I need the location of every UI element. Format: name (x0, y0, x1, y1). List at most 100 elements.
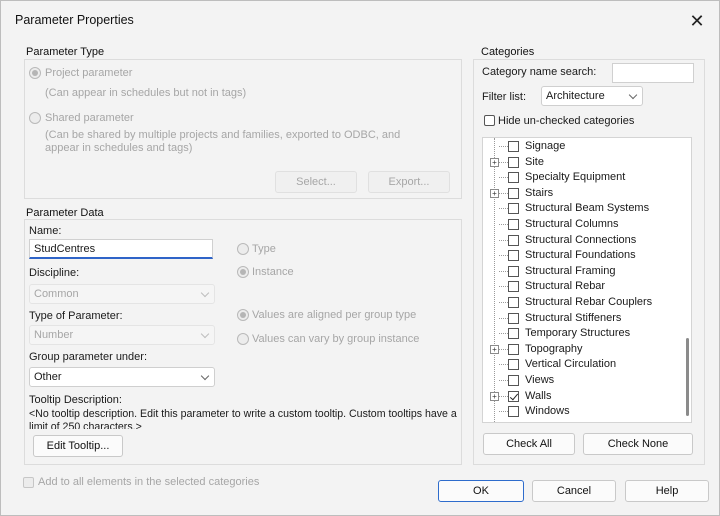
type-radio[interactable] (237, 243, 249, 255)
tree-branch-line (499, 270, 508, 272)
hide-unchecked-checkbox[interactable] (484, 115, 495, 126)
category-item[interactable]: Specialty Equipment (483, 170, 679, 186)
type-of-parameter-value: Number (34, 329, 74, 341)
category-item[interactable]: Structural Stiffeners (483, 311, 679, 327)
category-checkbox[interactable] (508, 281, 519, 293)
category-search-input[interactable] (612, 63, 694, 83)
category-checkbox[interactable] (508, 187, 519, 199)
tree-branch-line (499, 333, 508, 335)
filter-list-label: Filter list: (482, 91, 526, 103)
type-of-parameter-dropdown[interactable]: Number (29, 325, 215, 345)
export-button[interactable]: Export... (368, 171, 450, 193)
instance-radio[interactable] (237, 266, 249, 278)
category-item[interactable]: Structural Framing (483, 264, 679, 280)
category-checkbox[interactable] (508, 297, 519, 308)
category-search-label: Category name search: (482, 66, 597, 78)
discipline-label: Discipline: (29, 267, 80, 279)
expand-icon[interactable]: + (490, 344, 499, 354)
expand-icon[interactable]: + (490, 157, 499, 167)
ok-button[interactable]: OK (438, 480, 524, 502)
tooltip-description-label: Tooltip Description: (29, 394, 122, 406)
category-item[interactable]: Vertical Circulation (483, 357, 679, 373)
tree-branch-line (499, 208, 508, 210)
category-checkbox[interactable] (508, 219, 519, 230)
category-item[interactable]: Views (483, 373, 679, 389)
category-item[interactable]: Signage (483, 139, 679, 155)
category-checkbox[interactable] (508, 343, 519, 355)
values-aligned-radio[interactable] (237, 309, 249, 321)
category-checkbox[interactable] (508, 172, 519, 184)
name-input[interactable]: StudCentres (29, 239, 213, 259)
category-checkbox[interactable] (508, 312, 519, 324)
values-vary-radio[interactable] (237, 333, 249, 345)
discipline-value: Common (34, 288, 79, 300)
shared-parameter-radio[interactable] (29, 112, 41, 124)
shared-parameter-note-line2: appear in schedules and tags) (45, 142, 193, 154)
tree-branch-line (499, 239, 508, 241)
category-name: Structural Framing (525, 264, 616, 277)
group-under-dropdown[interactable]: Other (29, 367, 215, 387)
category-checkbox[interactable] (508, 359, 519, 371)
category-name: Structural Rebar Couplers (525, 296, 653, 308)
category-item[interactable]: Structural Beam Systems (483, 201, 679, 217)
instance-radio-label: Instance (252, 266, 294, 278)
project-parameter-label: Project parameter (45, 67, 133, 79)
select-button[interactable]: Select... (275, 171, 357, 193)
edit-tooltip-button[interactable]: Edit Tooltip... (33, 435, 123, 457)
category-checkbox[interactable] (508, 406, 519, 418)
tree-scrollbar[interactable] (686, 338, 689, 416)
category-item[interactable]: Structural Rebar Couplers (483, 295, 679, 311)
help-button[interactable]: Help (625, 480, 709, 502)
category-item[interactable]: Structural Connections (483, 233, 679, 249)
category-checkbox[interactable] (508, 375, 519, 386)
category-checkbox[interactable] (508, 328, 519, 340)
category-name: Structural Columns (525, 218, 619, 230)
discipline-dropdown[interactable]: Common (29, 284, 215, 304)
filter-list-dropdown[interactable]: Architecture (541, 86, 643, 106)
category-item[interactable]: Structural Foundations (483, 248, 679, 264)
category-checkbox[interactable] (508, 203, 519, 215)
type-radio-label: Type (252, 243, 276, 255)
tree-branch-line (499, 161, 508, 163)
expand-icon[interactable]: + (490, 391, 499, 401)
add-to-all-checkbox[interactable] (23, 477, 34, 488)
parameter-properties-dialog: Parameter Properties ✕ Parameter Type Pr… (0, 0, 720, 516)
category-item[interactable]: + Stairs (483, 186, 679, 202)
close-icon[interactable]: ✕ (685, 9, 709, 33)
category-checkbox[interactable] (508, 265, 519, 277)
tree-branch-line (499, 302, 508, 303)
category-item[interactable]: + Topography (483, 342, 679, 358)
tree-branch-line (499, 224, 508, 225)
category-item[interactable]: + Walls (483, 389, 679, 405)
category-item[interactable]: + Site (483, 155, 679, 171)
category-item[interactable]: Structural Columns (483, 217, 679, 233)
expand-icon[interactable]: + (490, 188, 499, 198)
tooltip-description-text: <No tooltip description. Edit this param… (29, 407, 461, 429)
add-to-all-label: Add to all elements in the selected cate… (38, 476, 260, 488)
category-checkbox[interactable] (508, 156, 519, 168)
name-label: Name: (29, 225, 62, 237)
values-aligned-label: Values are aligned per group type (252, 309, 417, 321)
filter-list-value: Architecture (546, 90, 605, 102)
category-item[interactable]: Structural Rebar (483, 279, 679, 295)
dialog-title: Parameter Properties (15, 13, 134, 27)
category-name: Specialty Equipment (525, 171, 626, 184)
tree-branch-line (499, 411, 508, 413)
tree-branch-line (499, 146, 508, 147)
project-parameter-radio[interactable] (29, 67, 41, 79)
category-item[interactable]: Temporary Structures (483, 326, 679, 342)
category-name: Site (525, 155, 544, 168)
tooltip-line-1: <No tooltip description. Edit this param… (29, 408, 457, 420)
check-all-button[interactable]: Check All (483, 433, 575, 455)
category-checkbox[interactable] (508, 390, 519, 402)
values-vary-label: Values can vary by group instance (252, 333, 420, 345)
category-name: Views (525, 374, 555, 386)
category-checkbox[interactable] (508, 141, 519, 152)
category-item[interactable]: Windows (483, 404, 679, 420)
check-none-button[interactable]: Check None (583, 433, 693, 455)
chevron-down-icon (628, 90, 638, 100)
category-checkbox[interactable] (508, 250, 519, 262)
cancel-button[interactable]: Cancel (532, 480, 616, 502)
category-checkbox[interactable] (508, 234, 519, 246)
category-name: Walls (525, 389, 552, 402)
